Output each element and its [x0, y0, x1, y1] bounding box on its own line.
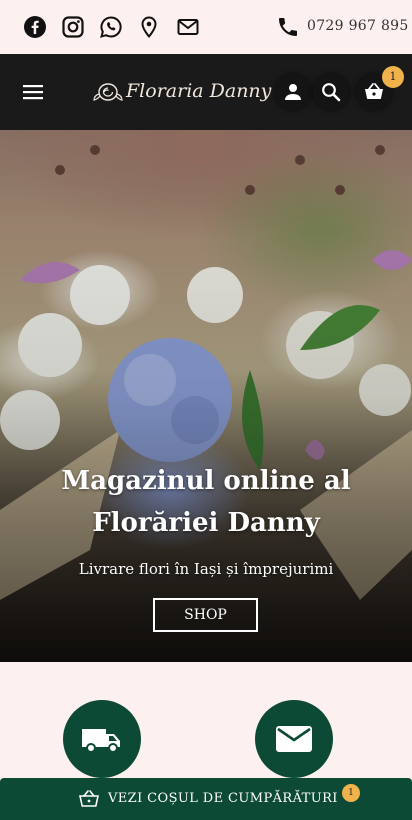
rose-logo-icon [93, 83, 123, 101]
search-icon [322, 83, 341, 102]
hero-banner: Magazinul online al Florăriei Danny Livr… [0, 130, 412, 662]
cart-bar-count-badge: 1 [342, 784, 360, 802]
delivery-truck-icon [82, 729, 120, 753]
basket-icon [79, 790, 99, 807]
phone-number[interactable]: 0729 967 895 [307, 18, 409, 34]
search-button[interactable] [313, 74, 349, 110]
mail-icon[interactable] [176, 15, 200, 39]
hero-title: Magazinul online al Florăriei Danny [61, 466, 351, 538]
main-navbar: Floraria Danny [0, 54, 412, 130]
location-pin-icon[interactable] [137, 15, 161, 39]
account-button[interactable] [275, 74, 311, 110]
site-logo[interactable]: Floraria Danny [92, 78, 271, 108]
facebook-icon[interactable] [23, 15, 47, 39]
hero-subtitle: Livrare flori în Iași și împrejurimi [78, 560, 334, 578]
instagram-icon[interactable] [61, 15, 85, 39]
envelope-icon [276, 726, 312, 752]
feature-contact [255, 700, 333, 778]
view-cart-label: VEZI COȘUL DE CUMPĂRĂTURI [108, 791, 338, 806]
user-icon [285, 84, 301, 100]
basket-icon [365, 83, 383, 99]
hero-overlay [0, 130, 412, 662]
shop-button[interactable]: SHOP [153, 598, 258, 632]
logo-text: Floraria Danny [126, 80, 272, 102]
phone-icon[interactable] [276, 15, 300, 39]
feature-delivery [63, 700, 141, 778]
whatsapp-icon[interactable] [99, 15, 123, 39]
hamburger-menu-icon[interactable] [23, 84, 43, 100]
top-contact-bar: 0729 967 895 [0, 0, 412, 54]
cart-count-badge: 1 [382, 66, 404, 88]
view-cart-bar[interactable]: VEZI COȘUL DE CUMPĂRĂTURI 1 [0, 778, 412, 820]
